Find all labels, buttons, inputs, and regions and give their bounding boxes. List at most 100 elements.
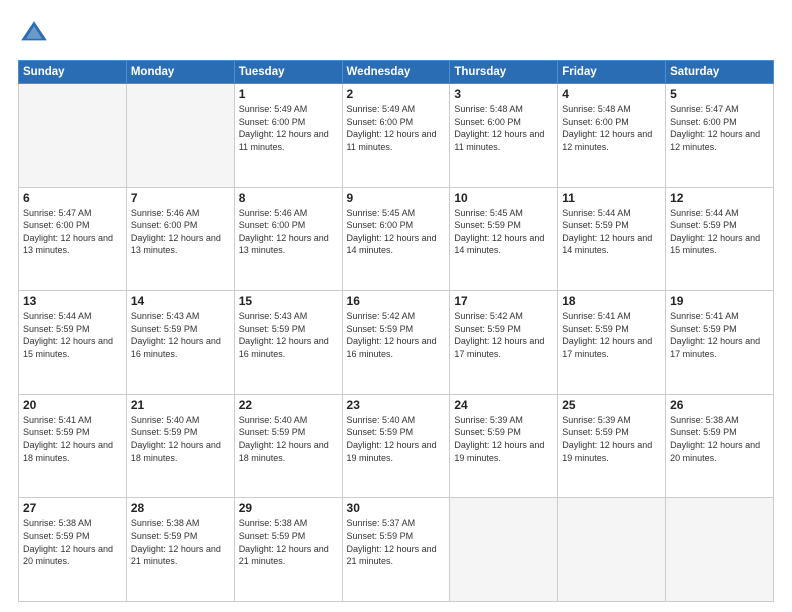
week-row-3: 13 Sunrise: 5:44 AM Sunset: 5:59 PM Dayli… bbox=[19, 291, 774, 395]
day-number: 28 bbox=[131, 501, 230, 515]
day-number: 8 bbox=[239, 191, 338, 205]
day-number: 23 bbox=[347, 398, 446, 412]
day-cell: 2 Sunrise: 5:49 AM Sunset: 6:00 PM Daylig… bbox=[342, 84, 450, 188]
day-info: Sunrise: 5:38 AM Sunset: 5:59 PM Dayligh… bbox=[23, 517, 122, 567]
day-cell: 23 Sunrise: 5:40 AM Sunset: 5:59 PM Dayli… bbox=[342, 394, 450, 498]
day-cell bbox=[666, 498, 774, 602]
day-number: 5 bbox=[670, 87, 769, 101]
calendar-table: SundayMondayTuesdayWednesdayThursdayFrid… bbox=[18, 60, 774, 602]
day-cell: 10 Sunrise: 5:45 AM Sunset: 5:59 PM Dayli… bbox=[450, 187, 558, 291]
day-cell: 13 Sunrise: 5:44 AM Sunset: 5:59 PM Dayli… bbox=[19, 291, 127, 395]
day-number: 2 bbox=[347, 87, 446, 101]
day-info: Sunrise: 5:41 AM Sunset: 5:59 PM Dayligh… bbox=[670, 310, 769, 360]
day-cell: 30 Sunrise: 5:37 AM Sunset: 5:59 PM Dayli… bbox=[342, 498, 450, 602]
day-cell: 4Sunrise: 5:48 AM Sunset: 6:00 PM Daylig… bbox=[558, 84, 666, 188]
day-info: Sunrise: 5:47 AM Sunset: 6:00 PM Dayligh… bbox=[23, 207, 122, 257]
day-number: 15 bbox=[239, 294, 338, 308]
day-cell: 1 Sunrise: 5:49 AM Sunset: 6:00 PM Daylig… bbox=[234, 84, 342, 188]
day-info: Sunrise: 5:42 AM Sunset: 5:59 PM Dayligh… bbox=[454, 310, 553, 360]
day-info: Sunrise: 5:40 AM Sunset: 5:59 PM Dayligh… bbox=[347, 414, 446, 464]
day-cell: 24 Sunrise: 5:39 AM Sunset: 5:59 PM Dayli… bbox=[450, 394, 558, 498]
day-info: Sunrise: 5:43 AM Sunset: 5:59 PM Dayligh… bbox=[239, 310, 338, 360]
day-cell: 17 Sunrise: 5:42 AM Sunset: 5:59 PM Dayli… bbox=[450, 291, 558, 395]
day-number: 3 bbox=[454, 87, 553, 101]
day-info: Sunrise: 5:48 AM Sunset: 6:00 PM Dayligh… bbox=[454, 103, 553, 153]
day-number: 29 bbox=[239, 501, 338, 515]
day-cell: 3 Sunrise: 5:48 AM Sunset: 6:00 PM Daylig… bbox=[450, 84, 558, 188]
day-info: Sunrise: 5:46 AM Sunset: 6:00 PM Dayligh… bbox=[131, 207, 230, 257]
day-number: 9 bbox=[347, 191, 446, 205]
day-number: 6 bbox=[23, 191, 122, 205]
day-info: Sunrise: 5:49 AM Sunset: 6:00 PM Dayligh… bbox=[239, 103, 338, 153]
week-row-4: 20Sunrise: 5:41 AM Sunset: 5:59 PM Dayli… bbox=[19, 394, 774, 498]
calendar-header: SundayMondayTuesdayWednesdayThursdayFrid… bbox=[19, 61, 774, 84]
week-row-2: 6 Sunrise: 5:47 AM Sunset: 6:00 PM Daylig… bbox=[19, 187, 774, 291]
day-number: 25 bbox=[562, 398, 661, 412]
day-number: 14 bbox=[131, 294, 230, 308]
day-number: 26 bbox=[670, 398, 769, 412]
logo-icon bbox=[18, 18, 50, 50]
day-cell bbox=[126, 84, 234, 188]
day-cell: 15 Sunrise: 5:43 AM Sunset: 5:59 PM Dayli… bbox=[234, 291, 342, 395]
day-number: 13 bbox=[23, 294, 122, 308]
day-cell: 9 Sunrise: 5:45 AM Sunset: 6:00 PM Daylig… bbox=[342, 187, 450, 291]
day-cell: 26 Sunrise: 5:38 AM Sunset: 5:59 PM Dayli… bbox=[666, 394, 774, 498]
day-number: 30 bbox=[347, 501, 446, 515]
day-info: Sunrise: 5:41 AM Sunset: 5:59 PM Dayligh… bbox=[562, 310, 661, 360]
day-number: 17 bbox=[454, 294, 553, 308]
day-number: 21 bbox=[131, 398, 230, 412]
day-number: 11 bbox=[562, 191, 661, 205]
day-info: Sunrise: 5:42 AM Sunset: 5:59 PM Dayligh… bbox=[347, 310, 446, 360]
day-info: Sunrise: 5:39 AM Sunset: 5:59 PM Dayligh… bbox=[454, 414, 553, 464]
day-cell: 25 Sunrise: 5:39 AM Sunset: 5:59 PM Dayli… bbox=[558, 394, 666, 498]
day-cell: 5Sunrise: 5:47 AM Sunset: 6:00 PM Daylig… bbox=[666, 84, 774, 188]
day-info: Sunrise: 5:49 AM Sunset: 6:00 PM Dayligh… bbox=[347, 103, 446, 153]
day-number: 24 bbox=[454, 398, 553, 412]
day-number: 16 bbox=[347, 294, 446, 308]
day-info: Sunrise: 5:43 AM Sunset: 5:59 PM Dayligh… bbox=[131, 310, 230, 360]
day-cell: 16 Sunrise: 5:42 AM Sunset: 5:59 PM Dayli… bbox=[342, 291, 450, 395]
day-info: Sunrise: 5:45 AM Sunset: 6:00 PM Dayligh… bbox=[347, 207, 446, 257]
day-cell: 18Sunrise: 5:41 AM Sunset: 5:59 PM Dayli… bbox=[558, 291, 666, 395]
day-info: Sunrise: 5:40 AM Sunset: 5:59 PM Dayligh… bbox=[131, 414, 230, 464]
header-cell-tuesday: Tuesday bbox=[234, 61, 342, 84]
day-number: 20 bbox=[23, 398, 122, 412]
day-cell bbox=[450, 498, 558, 602]
day-cell: 6 Sunrise: 5:47 AM Sunset: 6:00 PM Daylig… bbox=[19, 187, 127, 291]
day-cell: 28 Sunrise: 5:38 AM Sunset: 5:59 PM Dayli… bbox=[126, 498, 234, 602]
week-row-5: 27 Sunrise: 5:38 AM Sunset: 5:59 PM Dayli… bbox=[19, 498, 774, 602]
day-cell: 7 Sunrise: 5:46 AM Sunset: 6:00 PM Daylig… bbox=[126, 187, 234, 291]
day-cell: 19 Sunrise: 5:41 AM Sunset: 5:59 PM Dayli… bbox=[666, 291, 774, 395]
day-cell: 12 Sunrise: 5:44 AM Sunset: 5:59 PM Dayli… bbox=[666, 187, 774, 291]
day-info: Sunrise: 5:38 AM Sunset: 5:59 PM Dayligh… bbox=[670, 414, 769, 464]
logo bbox=[18, 18, 54, 50]
header bbox=[18, 18, 774, 50]
day-number: 19 bbox=[670, 294, 769, 308]
day-info: Sunrise: 5:44 AM Sunset: 5:59 PM Dayligh… bbox=[23, 310, 122, 360]
day-number: 4 bbox=[562, 87, 661, 101]
day-number: 7 bbox=[131, 191, 230, 205]
day-cell: 27 Sunrise: 5:38 AM Sunset: 5:59 PM Dayli… bbox=[19, 498, 127, 602]
header-row: SundayMondayTuesdayWednesdayThursdayFrid… bbox=[19, 61, 774, 84]
day-info: Sunrise: 5:39 AM Sunset: 5:59 PM Dayligh… bbox=[562, 414, 661, 464]
day-info: Sunrise: 5:37 AM Sunset: 5:59 PM Dayligh… bbox=[347, 517, 446, 567]
day-cell: 14 Sunrise: 5:43 AM Sunset: 5:59 PM Dayli… bbox=[126, 291, 234, 395]
day-cell: 29 Sunrise: 5:38 AM Sunset: 5:59 PM Dayli… bbox=[234, 498, 342, 602]
day-cell: 20Sunrise: 5:41 AM Sunset: 5:59 PM Dayli… bbox=[19, 394, 127, 498]
day-cell: 8Sunrise: 5:46 AM Sunset: 6:00 PM Daylig… bbox=[234, 187, 342, 291]
day-info: Sunrise: 5:44 AM Sunset: 5:59 PM Dayligh… bbox=[670, 207, 769, 257]
day-number: 1 bbox=[239, 87, 338, 101]
header-cell-monday: Monday bbox=[126, 61, 234, 84]
header-cell-friday: Friday bbox=[558, 61, 666, 84]
day-number: 27 bbox=[23, 501, 122, 515]
day-cell: 22 Sunrise: 5:40 AM Sunset: 5:59 PM Dayli… bbox=[234, 394, 342, 498]
day-info: Sunrise: 5:38 AM Sunset: 5:59 PM Dayligh… bbox=[239, 517, 338, 567]
day-number: 10 bbox=[454, 191, 553, 205]
day-number: 12 bbox=[670, 191, 769, 205]
day-info: Sunrise: 5:44 AM Sunset: 5:59 PM Dayligh… bbox=[562, 207, 661, 257]
day-info: Sunrise: 5:45 AM Sunset: 5:59 PM Dayligh… bbox=[454, 207, 553, 257]
day-cell: 11 Sunrise: 5:44 AM Sunset: 5:59 PM Dayli… bbox=[558, 187, 666, 291]
day-number: 22 bbox=[239, 398, 338, 412]
day-info: Sunrise: 5:40 AM Sunset: 5:59 PM Dayligh… bbox=[239, 414, 338, 464]
day-info: Sunrise: 5:38 AM Sunset: 5:59 PM Dayligh… bbox=[131, 517, 230, 567]
